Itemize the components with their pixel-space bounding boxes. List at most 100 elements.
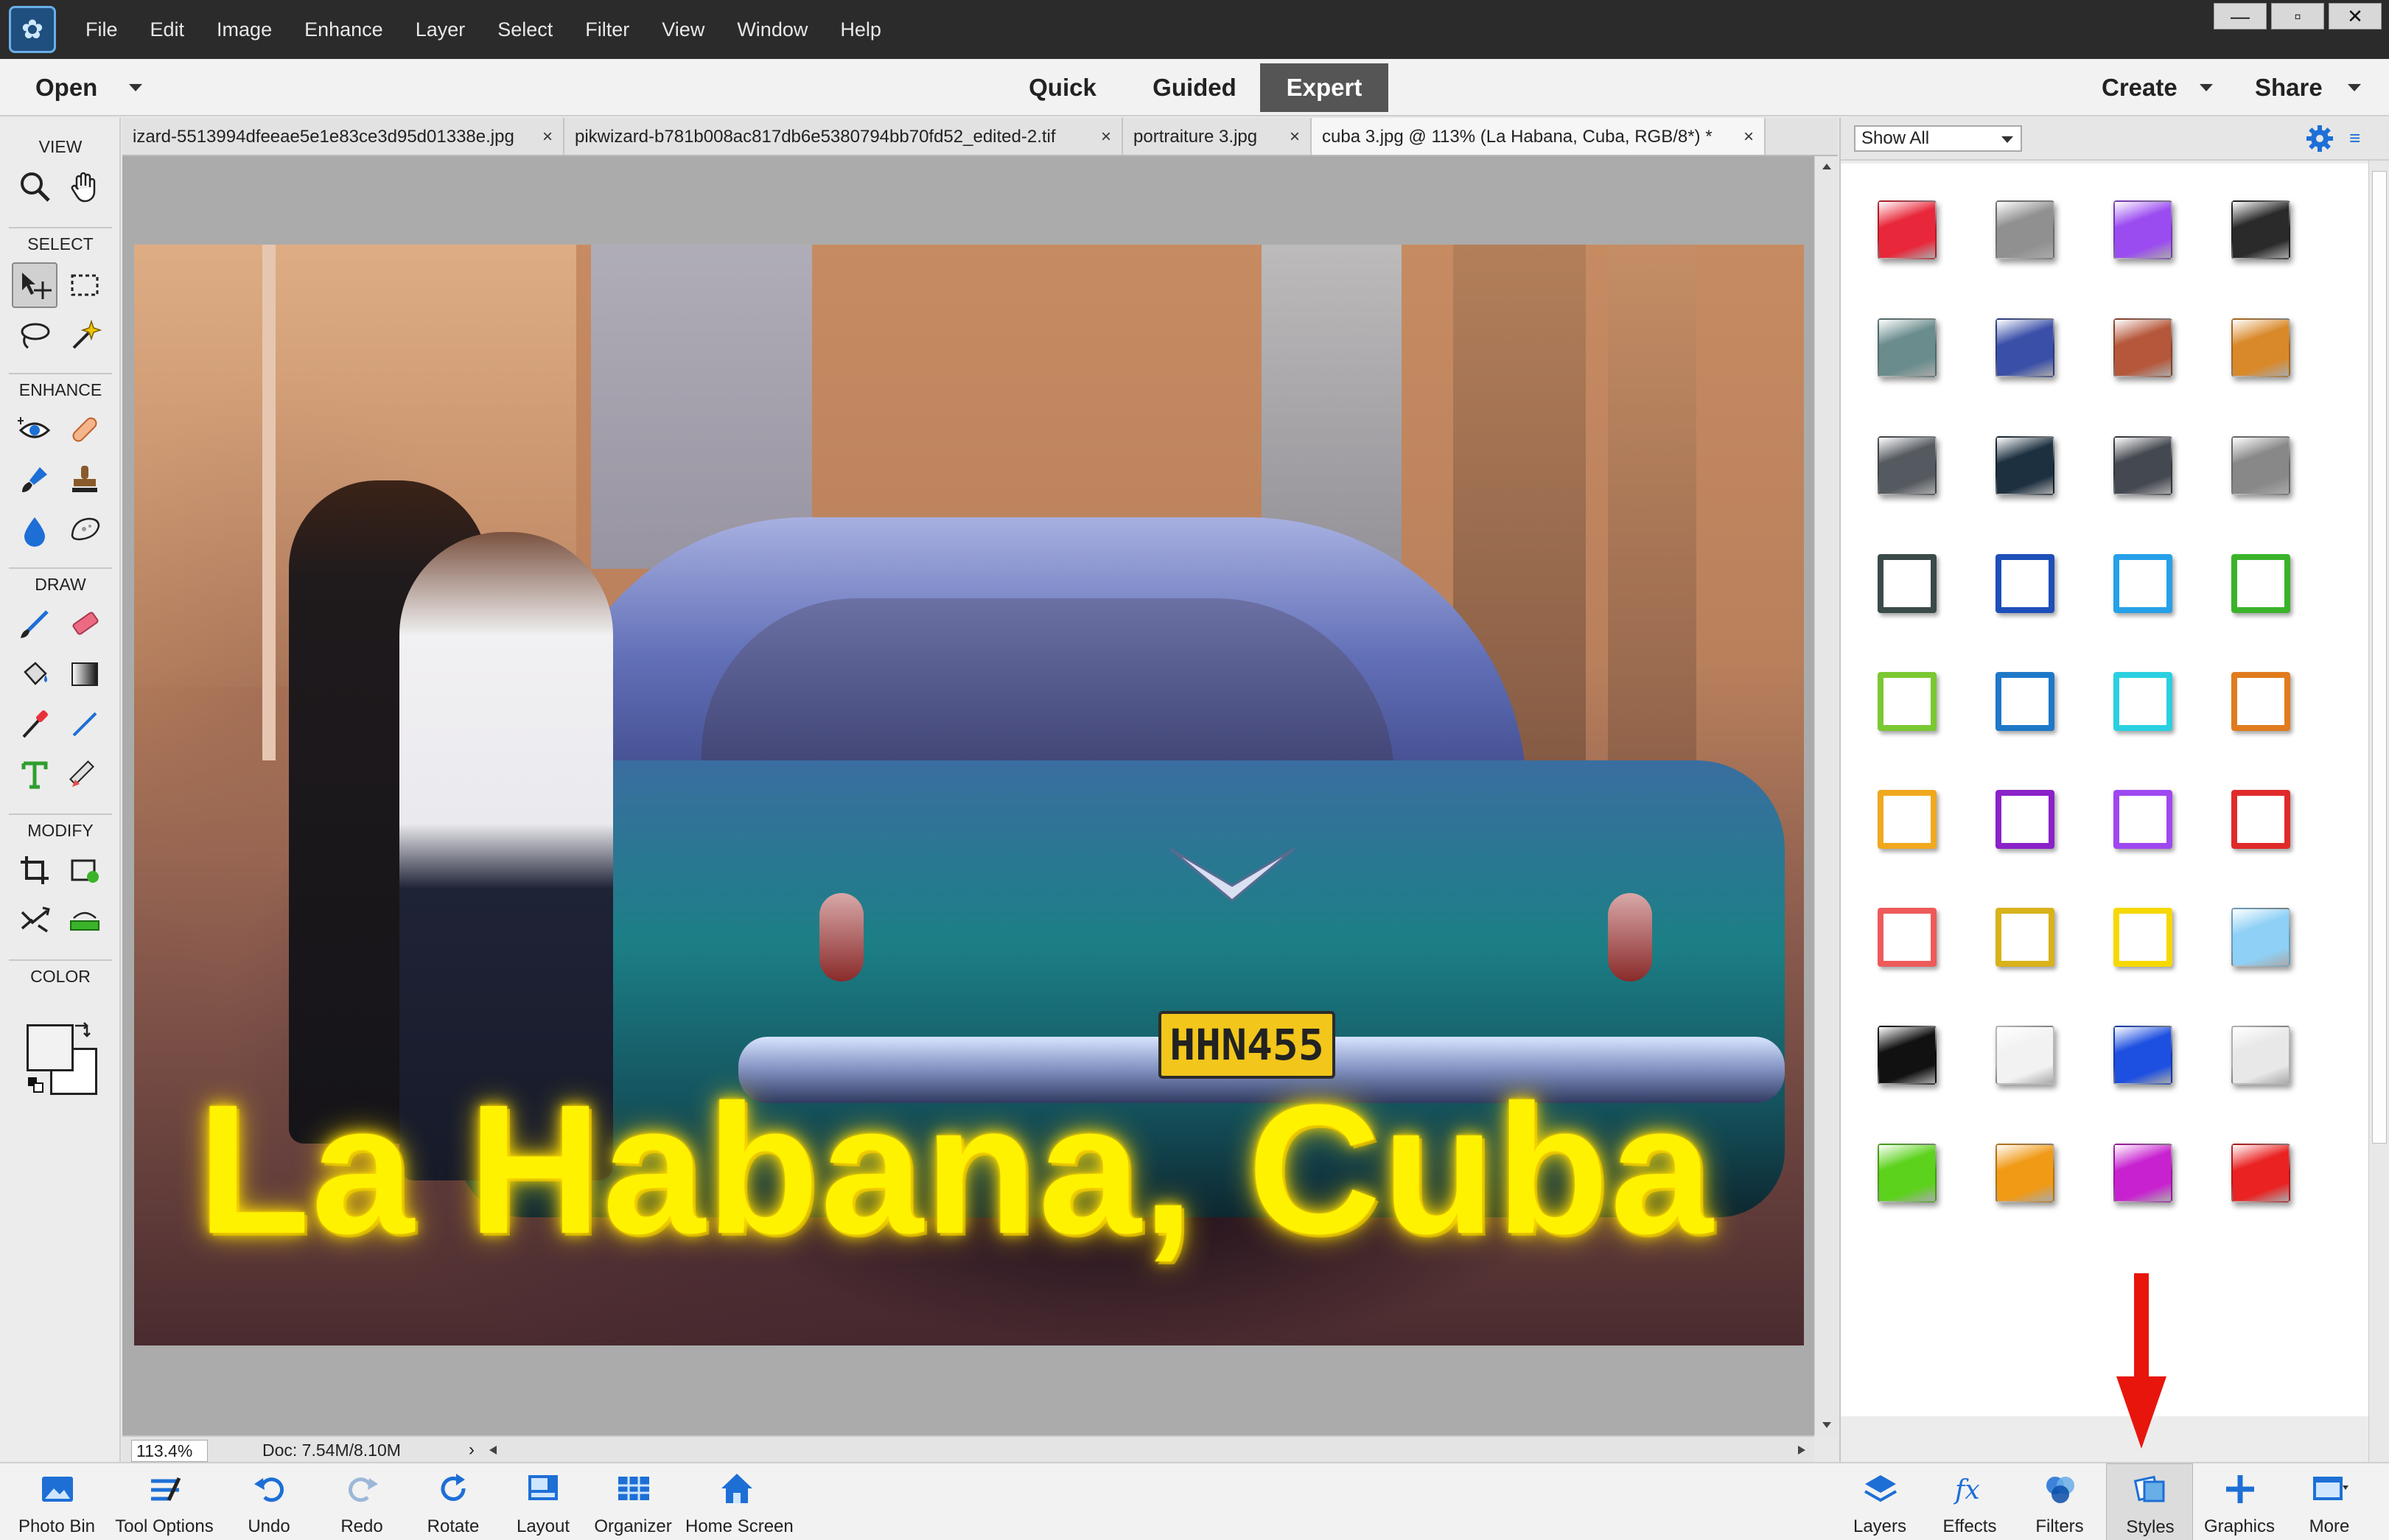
style-swatch[interactable] [2231, 908, 2290, 967]
redo-button[interactable]: Redo [318, 1463, 405, 1540]
close-window-button[interactable]: ✕ [2329, 3, 2382, 29]
pencil-tool-icon[interactable] [62, 752, 108, 797]
scroll-right-icon[interactable] [1797, 1444, 1807, 1456]
create-dropdown-icon[interactable] [2200, 84, 2213, 91]
foreground-color-swatch[interactable] [27, 1024, 74, 1071]
blur-tool-icon[interactable] [12, 507, 57, 553]
style-swatch[interactable] [2231, 672, 2290, 731]
style-swatch[interactable] [2231, 318, 2290, 377]
photo-bin-button[interactable]: Photo Bin [13, 1463, 100, 1540]
close-tab-icon[interactable]: × [1101, 118, 1111, 155]
style-swatch[interactable] [1996, 436, 2054, 495]
organizer-button[interactable]: Organizer [590, 1463, 676, 1540]
open-button[interactable]: Open [35, 59, 97, 116]
sponge-tool-icon[interactable] [62, 507, 108, 553]
close-tab-icon[interactable]: × [1290, 118, 1300, 155]
magic-wand-tool-icon[interactable] [62, 312, 108, 358]
menu-select[interactable]: Select [481, 0, 569, 59]
menu-enhance[interactable]: Enhance [288, 0, 399, 59]
hand-tool-icon[interactable] [62, 164, 108, 209]
mode-guided-tab[interactable]: Guided [1133, 63, 1256, 112]
style-swatch[interactable] [2113, 790, 2172, 849]
status-menu-arrow[interactable]: › [469, 1438, 475, 1462]
menu-help[interactable]: Help [824, 0, 898, 59]
open-dropdown-icon[interactable] [129, 84, 142, 91]
menu-layer[interactable]: Layer [399, 0, 482, 59]
menu-edit[interactable]: Edit [134, 0, 201, 59]
layout-button[interactable]: Layout [500, 1463, 587, 1540]
move-tool-icon[interactable] [12, 262, 57, 308]
gear-icon[interactable] [2305, 124, 2334, 153]
style-swatch[interactable] [1878, 908, 1937, 967]
home-screen-button[interactable]: Home Screen [685, 1463, 794, 1540]
undo-button[interactable]: Undo [225, 1463, 312, 1540]
canvas-area[interactable]: HHN455 La Habana, Cuba [122, 156, 1814, 1435]
graphics-button[interactable]: Graphics [2196, 1463, 2283, 1540]
scroll-up-icon[interactable] [1821, 162, 1833, 171]
menu-filter[interactable]: Filter [569, 0, 646, 59]
zoom-level-field[interactable]: 113.4% [131, 1440, 208, 1462]
eyedropper-tool-icon[interactable] [12, 701, 57, 747]
style-swatch[interactable] [1996, 554, 2054, 613]
style-swatch[interactable] [2113, 1026, 2172, 1085]
styles-button[interactable]: Styles [2106, 1463, 2193, 1540]
share-dropdown-icon[interactable] [2348, 84, 2361, 91]
type-tool-icon[interactable] [12, 752, 57, 797]
style-swatch[interactable] [1996, 318, 2054, 377]
zoom-tool-icon[interactable] [12, 164, 57, 209]
style-swatch[interactable] [1996, 672, 2054, 731]
panel-menu-icon[interactable]: ≡ [2349, 127, 2360, 150]
style-swatch[interactable] [1878, 318, 1937, 377]
style-swatch[interactable] [2113, 1144, 2172, 1203]
style-swatch[interactable] [1996, 790, 2054, 849]
panel-scrollbar[interactable] [2368, 161, 2389, 1463]
swap-colors-icon[interactable] [71, 1018, 93, 1040]
doc-tab[interactable]: pikwizard-b781b008ac817db6e5380794bb70fd… [564, 118, 1123, 155]
canvas-vertical-scrollbar[interactable] [1814, 156, 1838, 1435]
marquee-tool-icon[interactable] [62, 262, 108, 308]
close-tab-icon[interactable]: × [1743, 118, 1754, 155]
doc-tab[interactable]: izard-5513994dfeeae5e1e83ce3d95d01338e.j… [122, 118, 564, 155]
style-swatch[interactable] [2231, 1144, 2290, 1203]
style-swatch[interactable] [1878, 672, 1937, 731]
menu-view[interactable]: View [646, 0, 721, 59]
style-swatch[interactable] [2113, 672, 2172, 731]
default-colors-icon[interactable] [25, 1074, 47, 1096]
rotate-button[interactable]: Rotate [410, 1463, 497, 1540]
menu-window[interactable]: Window [721, 0, 824, 59]
style-swatch[interactable] [2231, 554, 2290, 613]
more-button[interactable]: More [2286, 1463, 2373, 1540]
healing-brush-tool-icon[interactable] [62, 407, 108, 452]
style-swatch[interactable] [1878, 1144, 1937, 1203]
eraser-tool-icon[interactable] [62, 601, 108, 647]
style-swatch[interactable] [2231, 790, 2290, 849]
style-swatch[interactable] [2231, 200, 2290, 259]
style-swatch[interactable] [1996, 200, 2054, 259]
mode-quick-tab[interactable]: Quick [1004, 63, 1122, 112]
style-swatch[interactable] [2113, 908, 2172, 967]
doc-tab-active[interactable]: cuba 3.jpg @ 113% (La Habana, Cuba, RGB/… [1312, 118, 1766, 155]
line-tool-icon[interactable] [62, 701, 108, 747]
style-swatch[interactable] [2113, 554, 2172, 613]
crop-tool-icon[interactable] [12, 847, 57, 893]
panel-scroll-thumb[interactable] [2372, 171, 2387, 1144]
document-image[interactable]: HHN455 La Habana, Cuba [134, 245, 1804, 1345]
app-logo-icon[interactable]: ✿ [9, 6, 56, 53]
style-swatch[interactable] [1996, 1144, 2054, 1203]
brush-tool-icon[interactable] [12, 601, 57, 647]
style-swatch[interactable] [1996, 908, 2054, 967]
lasso-tool-icon[interactable] [12, 312, 57, 358]
scroll-left-icon[interactable] [488, 1444, 498, 1456]
content-aware-move-tool-icon[interactable] [12, 897, 57, 943]
filters-button[interactable]: Filters [2016, 1463, 2103, 1540]
style-swatch[interactable] [2113, 200, 2172, 259]
menu-file[interactable]: File [69, 0, 134, 59]
maximize-button[interactable]: ▫ [2271, 3, 2324, 29]
minimize-button[interactable]: — [2214, 3, 2267, 29]
red-eye-tool-icon[interactable] [12, 407, 57, 452]
style-swatch[interactable] [2113, 318, 2172, 377]
effects-button[interactable]: fx Effects [1926, 1463, 2013, 1540]
menu-image[interactable]: Image [200, 0, 288, 59]
clone-stamp-tool-icon[interactable] [62, 457, 108, 503]
create-button[interactable]: Create [2102, 59, 2178, 116]
